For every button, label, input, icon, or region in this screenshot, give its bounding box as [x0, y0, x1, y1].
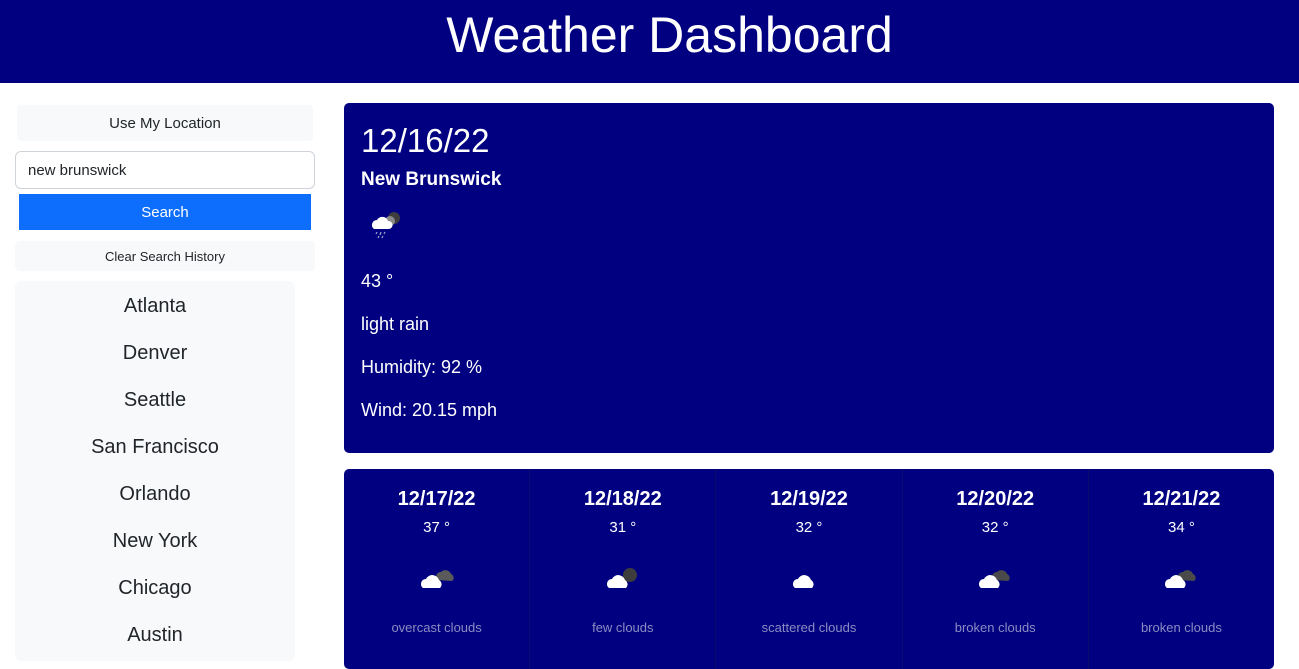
current-city: New Brunswick	[361, 169, 502, 190]
current-weather-card: 12/16/22 New Brunswick 43 ° light rain H…	[344, 103, 1274, 453]
forecast-day: 12/20/22 32 ° broken clouds	[903, 469, 1089, 669]
history-item-orlando[interactable]: Orlando	[15, 471, 295, 518]
history-item-chicago[interactable]: Chicago	[15, 565, 295, 612]
forecast-day: 12/21/22 34 ° broken clouds	[1089, 469, 1274, 669]
use-my-location-button[interactable]: Use My Location	[17, 105, 313, 141]
forecast-description: broken clouds	[954, 620, 1036, 635]
city-search-input[interactable]	[15, 151, 315, 189]
forecast-description: few clouds	[592, 620, 654, 635]
current-description: light rain	[361, 314, 430, 334]
forecast-day: 12/18/22 31 ° few clouds	[530, 469, 717, 669]
current-wind: Wind: 20.15 mph	[361, 400, 498, 420]
scattered-clouds-icon	[793, 575, 814, 588]
forecast-temperature: 32 °	[981, 519, 1009, 536]
page-title: Weather Dashboard	[446, 7, 893, 63]
history-item-seattle[interactable]: Seattle	[15, 377, 295, 424]
forecast-temperature: 31 °	[609, 519, 637, 536]
forecast-day: 12/17/22 37 ° overcast clouds	[344, 469, 531, 669]
search-button[interactable]: Search	[19, 194, 311, 230]
search-history-list: Atlanta Denver Seattle San Francisco Orl…	[15, 281, 295, 661]
broken-clouds-icon	[1165, 570, 1197, 588]
forecast-description: overcast clouds	[391, 620, 482, 635]
broken-clouds-icon	[979, 570, 1010, 588]
forecast-date: 12/18/22	[583, 488, 662, 510]
forecast-description: scattered clouds	[761, 620, 857, 635]
page-header: Weather Dashboard	[0, 0, 1299, 83]
current-temperature: 43 °	[361, 271, 394, 291]
forecast-date: 12/19/22	[770, 488, 848, 510]
five-day-forecast: 12/17/22 37 ° overcast clouds 12/18/22 3…	[344, 469, 1274, 669]
forecast-date: 12/21/22	[1142, 488, 1221, 510]
current-humidity: Humidity: 92 %	[361, 357, 483, 377]
rain-cloud-icon	[372, 212, 400, 239]
forecast-date: 12/17/22	[397, 488, 476, 510]
history-item-san-francisco[interactable]: San Francisco	[15, 424, 295, 471]
forecast-temperature: 37 °	[423, 519, 451, 536]
history-item-new-york[interactable]: New York	[15, 518, 295, 565]
overcast-clouds-icon	[420, 570, 454, 588]
current-date: 12/16/22	[361, 122, 490, 159]
forecast-temperature: 34 °	[1167, 519, 1195, 536]
history-item-atlanta[interactable]: Atlanta	[15, 283, 295, 330]
forecast-temperature: 32 °	[795, 519, 823, 536]
few-clouds-icon	[606, 568, 637, 588]
forecast-description: broken clouds	[1140, 620, 1222, 635]
history-item-austin[interactable]: Austin	[15, 612, 295, 659]
history-item-denver[interactable]: Denver	[15, 330, 295, 377]
clear-search-history-button[interactable]: Clear Search History	[15, 241, 315, 271]
forecast-day: 12/19/22 32 ° scattered clouds	[716, 469, 903, 669]
forecast-date: 12/20/22	[956, 488, 1035, 510]
